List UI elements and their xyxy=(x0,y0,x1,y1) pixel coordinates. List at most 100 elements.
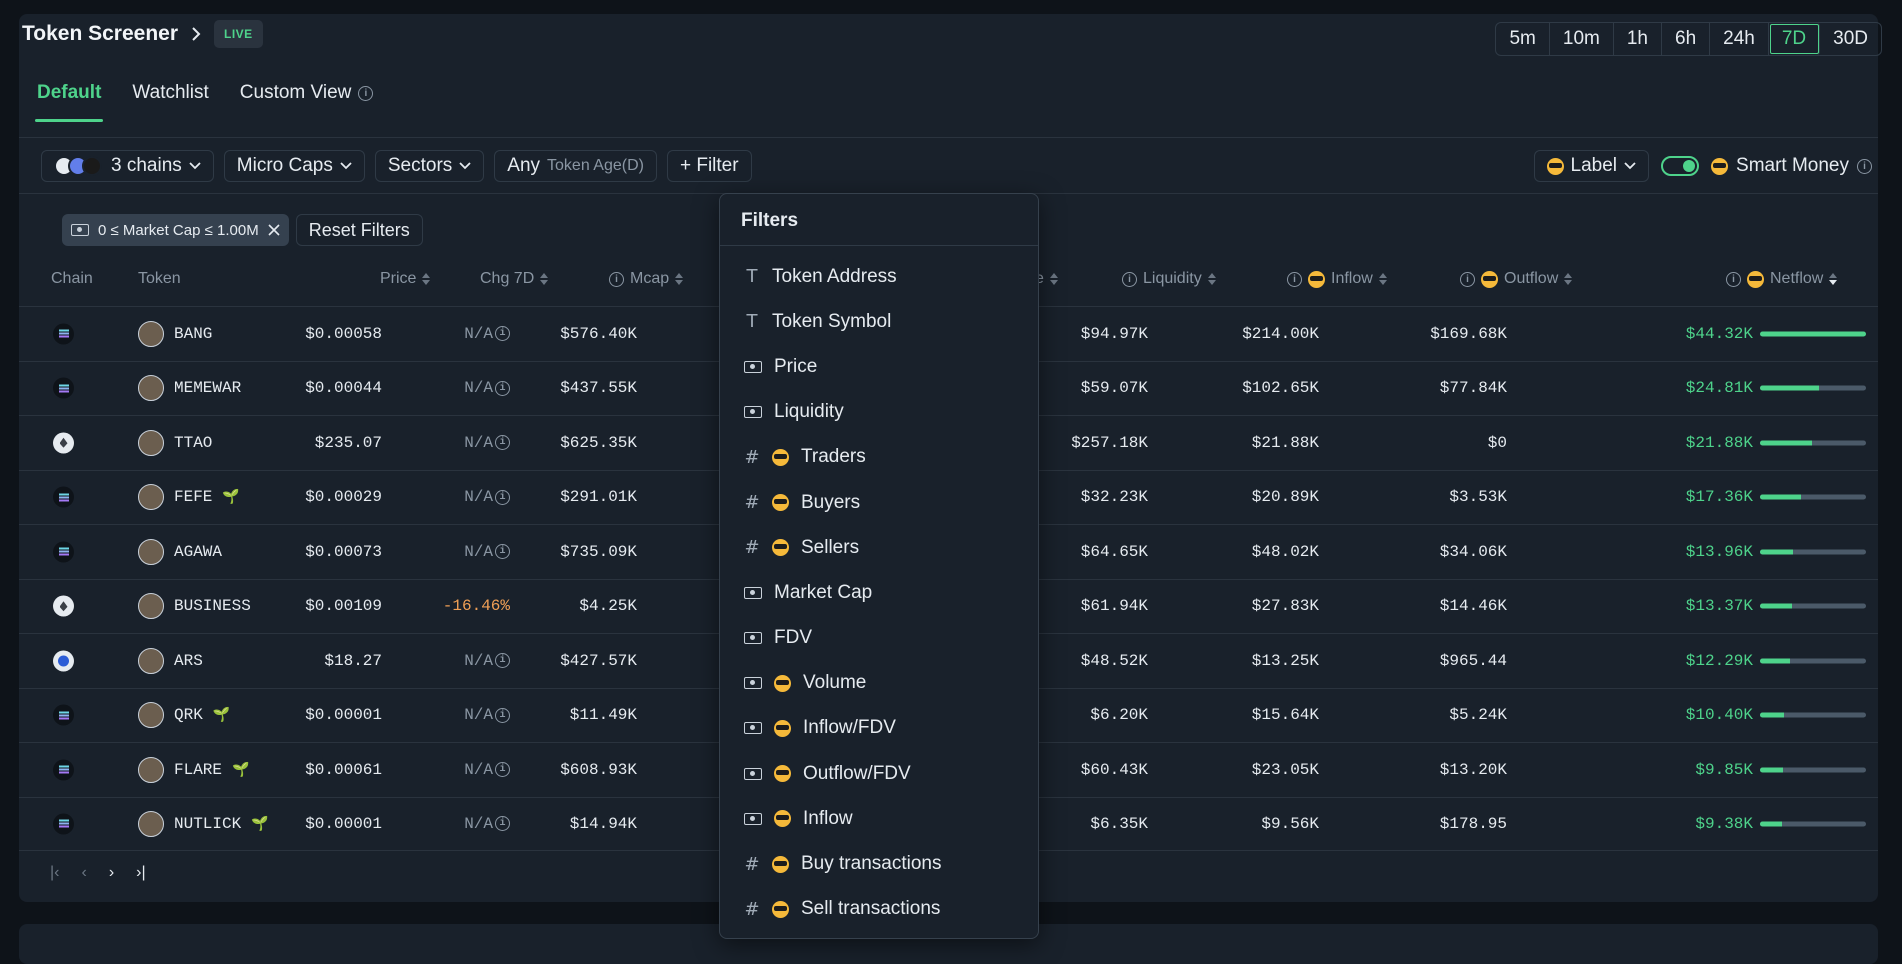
market-cap-filter-chip[interactable]: 0 ≤ Market Cap ≤ 1.00M xyxy=(62,214,289,246)
filter-option[interactable]: Inflow/FDV xyxy=(720,706,1038,751)
info-icon[interactable]: i xyxy=(495,762,510,778)
first-page-icon[interactable]: |‹ xyxy=(50,864,59,882)
token-cell[interactable]: NUTLICK 🌱 xyxy=(138,810,269,837)
liquidity-cell: $257.18K xyxy=(1071,433,1148,452)
token-cell[interactable]: AGAWA xyxy=(138,538,222,565)
token-symbol[interactable]: BANG xyxy=(174,325,212,343)
filter-option[interactable]: FDV xyxy=(720,616,1038,661)
timeframe-option[interactable]: 5m xyxy=(1496,23,1550,55)
column-outflow[interactable]: i Outflow xyxy=(1460,270,1573,288)
solana-chain-icon xyxy=(53,486,74,508)
column-chg[interactable]: Chg 7D xyxy=(480,270,549,288)
token-age-filter[interactable]: Any Token Age(D) xyxy=(494,150,657,182)
column-price[interactable]: Price xyxy=(380,270,431,288)
netflow-bar xyxy=(1760,494,1866,500)
tab-custom-view[interactable]: Custom View i xyxy=(240,82,374,122)
smart-money-toggle[interactable] xyxy=(1661,156,1700,176)
token-cell[interactable]: ARS xyxy=(138,647,203,674)
timeframe-option[interactable]: 1h xyxy=(1614,23,1662,55)
liquidity-cell: $64.65K xyxy=(1080,542,1148,561)
tab-watchlist[interactable]: Watchlist xyxy=(132,82,208,122)
info-icon[interactable]: i xyxy=(495,544,510,560)
token-cell[interactable]: FEFE 🌱 xyxy=(138,484,240,511)
column-mcap[interactable]: i Mcap xyxy=(609,270,684,288)
column-inflow[interactable]: i Inflow xyxy=(1287,270,1387,288)
timeframe-option[interactable]: 30D xyxy=(1820,23,1881,55)
info-icon[interactable]: i xyxy=(495,653,510,669)
sectors-select[interactable]: Sectors xyxy=(374,150,485,182)
token-avatar xyxy=(138,702,164,729)
token-cell[interactable]: QRK 🌱 xyxy=(138,702,230,729)
filter-option[interactable]: # Buy transactions xyxy=(720,841,1038,886)
filter-option[interactable]: Price xyxy=(720,344,1038,389)
info-icon[interactable]: i xyxy=(495,489,510,505)
filter-option[interactable]: Volume xyxy=(720,661,1038,706)
sort-icon xyxy=(1564,273,1573,285)
info-icon[interactable]: i xyxy=(495,326,510,342)
solana-chain-icon xyxy=(53,541,74,563)
info-icon[interactable]: i xyxy=(1857,158,1872,174)
inflow-cell: $27.83K xyxy=(1251,597,1319,616)
outflow-cell: $169.68K xyxy=(1430,324,1507,343)
sort-icon xyxy=(540,273,549,285)
filter-option[interactable]: Inflow xyxy=(720,796,1038,841)
timeframe-option[interactable]: 24h xyxy=(1710,23,1769,55)
token-cell[interactable]: FLARE 🌱 xyxy=(138,756,249,783)
chevron-right-icon[interactable] xyxy=(188,26,204,42)
smart-money-emoji-icon xyxy=(774,719,791,737)
column-netflow[interactable]: i Netflow xyxy=(1726,270,1838,288)
live-badge: LIVE xyxy=(214,20,263,48)
add-filter-button[interactable]: + Filter xyxy=(666,150,752,182)
filter-option[interactable]: T Token Symbol xyxy=(720,299,1038,344)
filter-option[interactable]: # Sell transactions xyxy=(720,887,1038,932)
filter-option[interactable]: Market Cap xyxy=(720,570,1038,615)
token-symbol[interactable]: NUTLICK xyxy=(174,815,241,833)
next-page-icon[interactable]: › xyxy=(109,864,114,882)
price-cell: $0.00058 xyxy=(305,324,382,343)
market-cap-select[interactable]: Micro Caps xyxy=(223,150,365,182)
token-cell[interactable]: TTAO xyxy=(138,429,212,456)
mcap-cell: $14.94K xyxy=(569,814,637,833)
inflow-cell: $20.89K xyxy=(1251,488,1319,507)
token-cell[interactable]: BUSINESS xyxy=(138,593,251,620)
netflow-bar xyxy=(1760,440,1866,446)
timeframe-option[interactable]: 7D xyxy=(1769,23,1821,55)
token-cell[interactable]: MEMEWAR xyxy=(138,375,241,402)
token-symbol[interactable]: QRK xyxy=(174,706,203,724)
pagination: |‹ ‹ › ›| xyxy=(50,864,146,882)
filter-option[interactable]: # Sellers xyxy=(720,525,1038,570)
filter-option[interactable]: T Token Address xyxy=(720,254,1038,299)
timeframe-option[interactable]: 6h xyxy=(1662,23,1711,55)
token-symbol[interactable]: MEMEWAR xyxy=(174,379,241,397)
filter-option[interactable]: Outflow/FDV xyxy=(720,751,1038,796)
close-icon[interactable] xyxy=(268,224,280,236)
column-liquidity[interactable]: i Liquidity xyxy=(1122,270,1216,288)
filter-option[interactable]: # Buyers xyxy=(720,480,1038,525)
previous-page-icon[interactable]: ‹ xyxy=(81,864,86,882)
filter-option[interactable]: Liquidity xyxy=(720,390,1038,435)
last-page-icon[interactable]: ›| xyxy=(136,864,145,882)
chain-cell xyxy=(53,650,74,672)
token-avatar xyxy=(138,320,164,347)
token-symbol[interactable]: AGAWA xyxy=(174,543,222,561)
timeframe-option[interactable]: 10m xyxy=(1550,23,1614,55)
mcap-cell: $11.49K xyxy=(569,706,637,725)
filter-option-label: Volume xyxy=(803,672,867,694)
tab-default[interactable]: Default xyxy=(34,82,104,122)
info-icon[interactable]: i xyxy=(495,380,510,396)
info-icon[interactable]: i xyxy=(358,85,374,101)
token-symbol[interactable]: FLARE xyxy=(174,761,222,779)
view-tabs: Default Watchlist Custom View i xyxy=(34,82,374,122)
info-icon[interactable]: i xyxy=(495,435,510,451)
reset-filters-button[interactable]: Reset Filters xyxy=(295,214,423,246)
token-symbol[interactable]: TTAO xyxy=(174,434,212,452)
token-symbol[interactable]: BUSINESS xyxy=(174,597,251,615)
info-icon[interactable]: i xyxy=(495,816,510,832)
chains-select[interactable]: 3 chains xyxy=(41,150,214,182)
label-select[interactable]: Label xyxy=(1533,150,1650,182)
token-symbol[interactable]: ARS xyxy=(174,652,203,670)
filter-option[interactable]: # Traders xyxy=(720,435,1038,480)
token-symbol[interactable]: FEFE xyxy=(174,488,212,506)
token-cell[interactable]: BANG xyxy=(138,320,212,347)
info-icon[interactable]: i xyxy=(495,707,510,723)
